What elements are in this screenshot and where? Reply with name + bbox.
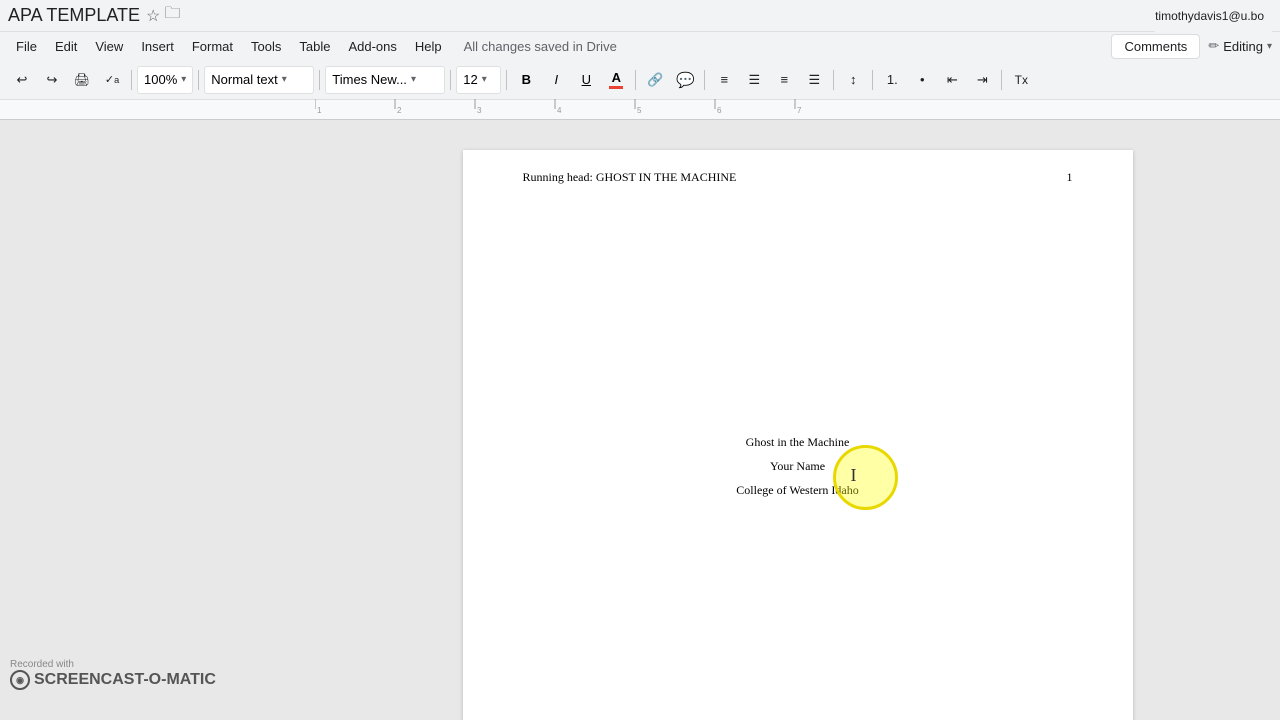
- menu-addons[interactable]: Add-ons: [340, 36, 404, 57]
- doc-author: Your Name: [523, 454, 1073, 478]
- title-left: APA TEMPLATE ☆ 🗀: [8, 2, 180, 29]
- menu-view[interactable]: View: [87, 36, 131, 57]
- font-size-value: 12: [463, 72, 477, 87]
- editing-badge: ✏ Editing ▾: [1208, 38, 1272, 54]
- menu-file[interactable]: File: [8, 36, 45, 57]
- content-area: Recorded with ◉ SCREENCAST-O-MATIC Runni…: [0, 120, 1280, 720]
- watermark-brand: ◉ SCREENCAST-O-MATIC: [10, 670, 216, 690]
- redo-button[interactable]: ↪: [38, 66, 66, 94]
- menu-insert[interactable]: Insert: [133, 36, 182, 57]
- underline-button[interactable]: U: [572, 66, 600, 94]
- text-color-button[interactable]: A: [602, 66, 630, 94]
- svg-text:1: 1: [317, 106, 322, 115]
- zoom-value: 100%: [144, 72, 177, 87]
- page-number: 1: [1067, 170, 1073, 185]
- zoom-chevron: ▾: [181, 74, 186, 85]
- size-chevron: ▾: [482, 74, 487, 85]
- ruler-marks: 1 2 3 4 5 6 7: [315, 99, 1280, 117]
- menu-help[interactable]: Help: [407, 36, 450, 57]
- running-head: Running head: GHOST IN THE MACHINE: [523, 170, 737, 185]
- watermark-text: SCREENCAST-O-MATIC: [34, 671, 216, 689]
- style-chevron: ▾: [282, 74, 287, 85]
- svg-text:2: 2: [397, 106, 402, 115]
- divider-10: [1001, 70, 1002, 90]
- svg-text:7: 7: [797, 106, 802, 115]
- title-bar: APA TEMPLATE ☆ 🗀 timothydavis1@u.bo: [0, 0, 1280, 32]
- left-sidebar: Recorded with ◉ SCREENCAST-O-MATIC: [0, 120, 315, 720]
- font-select[interactable]: Times New... ▾: [325, 66, 445, 94]
- divider-3: [319, 70, 320, 90]
- title-icons: ☆ 🗀: [146, 2, 180, 29]
- svg-text:4: 4: [557, 106, 562, 115]
- numbered-list-button[interactable]: 1.: [878, 66, 906, 94]
- font-size-select[interactable]: 12 ▾: [456, 66, 501, 94]
- user-email: timothydavis1@u.bo: [1155, 9, 1264, 23]
- divider-2: [198, 70, 199, 90]
- comment-button[interactable]: 💬: [671, 66, 699, 94]
- align-left-button[interactable]: ≡: [710, 66, 738, 94]
- justify-button[interactable]: ☰: [800, 66, 828, 94]
- print-button[interactable]: 🖨: [68, 66, 96, 94]
- link-button[interactable]: 🔗: [641, 66, 669, 94]
- menu-right: Comments ✏ Editing ▾: [1111, 34, 1272, 59]
- italic-button[interactable]: I: [542, 66, 570, 94]
- increase-indent-button[interactable]: ⇥: [968, 66, 996, 94]
- svg-text:6: 6: [717, 106, 722, 115]
- text-color-bar: [609, 86, 623, 89]
- watermark-title: Recorded with: [10, 659, 216, 670]
- editing-pencil-icon: ✏: [1208, 38, 1219, 54]
- editing-chevron: ▾: [1267, 41, 1272, 52]
- divider-6: [635, 70, 636, 90]
- style-select[interactable]: Normal text ▾: [204, 66, 314, 94]
- line-spacing-button[interactable]: ↕: [839, 66, 867, 94]
- document-body[interactable]: Ghost in the Machine Your Name College o…: [523, 430, 1073, 502]
- divider-4: [450, 70, 451, 90]
- text-color-icon: A: [612, 70, 621, 85]
- divider-9: [872, 70, 873, 90]
- spellcheck-button[interactable]: ✓a: [98, 66, 126, 94]
- autosave-status: All changes saved in Drive: [464, 39, 617, 54]
- star-icon[interactable]: ☆: [146, 6, 160, 26]
- menu-table[interactable]: Table: [291, 36, 338, 57]
- editing-label: Editing: [1223, 39, 1263, 54]
- decrease-indent-button[interactable]: ⇤: [938, 66, 966, 94]
- align-right-button[interactable]: ≡: [770, 66, 798, 94]
- divider-1: [131, 70, 132, 90]
- clear-format-button[interactable]: Tx: [1007, 66, 1035, 94]
- page-header: Running head: GHOST IN THE MACHINE 1: [523, 170, 1073, 185]
- ruler: 1 2 3 4 5 6 7: [0, 100, 1280, 120]
- top-right-area: timothydavis1@u.bo: [1155, 0, 1272, 32]
- svg-text:5: 5: [637, 106, 642, 115]
- toolbar: ↩ ↪ 🖨 ✓a 100% ▾ Normal text ▾ Times New.…: [0, 60, 1280, 100]
- menu-bar: File Edit View Insert Format Tools Table…: [0, 32, 1280, 60]
- screencast-icon: ◉: [10, 670, 30, 690]
- divider-8: [833, 70, 834, 90]
- folder-icon[interactable]: 🗀: [164, 2, 180, 29]
- page-canvas: Running head: GHOST IN THE MACHINE 1 I G…: [315, 120, 1280, 720]
- bullet-list-button[interactable]: •: [908, 66, 936, 94]
- style-value: Normal text: [211, 72, 277, 87]
- ruler-inner: 1 2 3 4 5 6 7: [315, 100, 1280, 119]
- menu-edit[interactable]: Edit: [47, 36, 85, 57]
- doc-institution: College of Western Idaho: [523, 478, 1073, 502]
- bold-button[interactable]: B: [512, 66, 540, 94]
- svg-text:3: 3: [477, 106, 482, 115]
- document-page[interactable]: Running head: GHOST IN THE MACHINE 1 I G…: [463, 150, 1133, 720]
- menu-format[interactable]: Format: [184, 36, 241, 57]
- document-title[interactable]: APA TEMPLATE: [8, 5, 140, 26]
- doc-title: Ghost in the Machine: [523, 430, 1073, 454]
- divider-7: [704, 70, 705, 90]
- divider-5: [506, 70, 507, 90]
- menu-tools[interactable]: Tools: [243, 36, 289, 57]
- undo-button[interactable]: ↩: [8, 66, 36, 94]
- font-chevron: ▾: [411, 74, 416, 85]
- zoom-select[interactable]: 100% ▾: [137, 66, 193, 94]
- font-value: Times New...: [332, 72, 407, 87]
- comments-button[interactable]: Comments: [1111, 34, 1200, 59]
- align-center-button[interactable]: ☰: [740, 66, 768, 94]
- watermark: Recorded with ◉ SCREENCAST-O-MATIC: [10, 659, 216, 690]
